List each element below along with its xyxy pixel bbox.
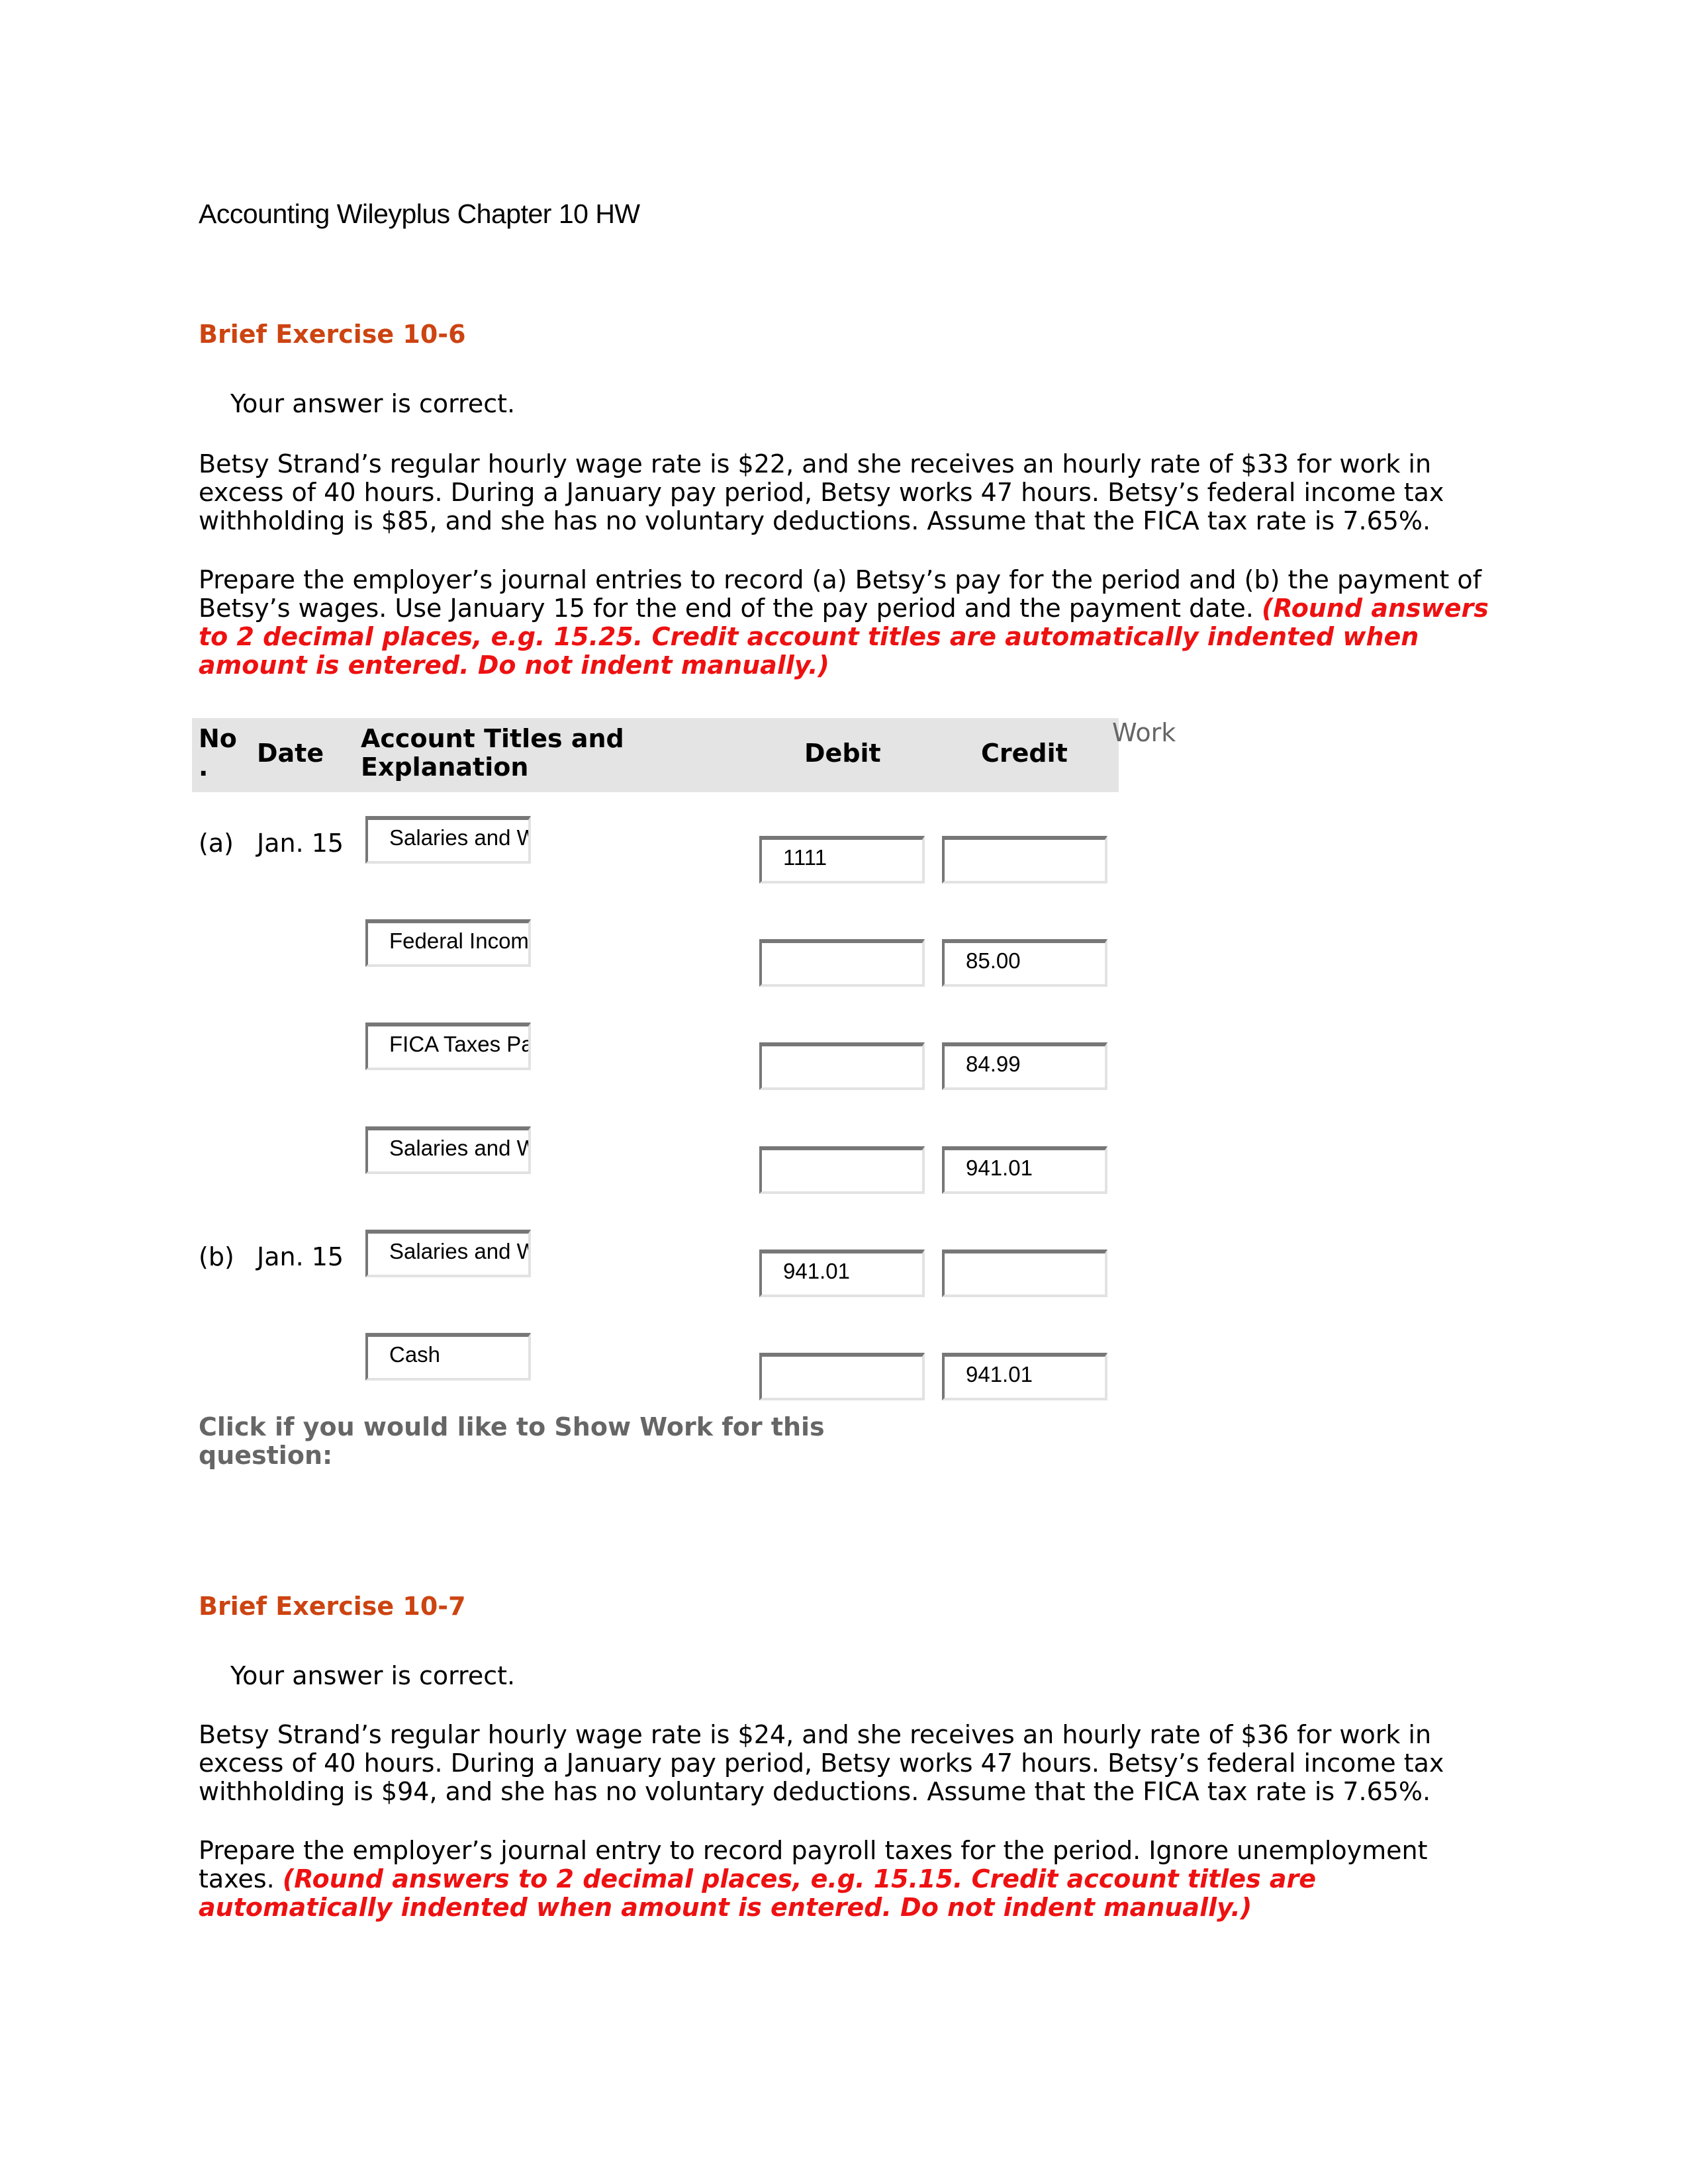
debit-input[interactable]	[759, 1353, 925, 1400]
debit-input[interactable]	[759, 939, 925, 987]
document-title: Accounting Wileyplus Chapter 10 HW	[199, 199, 640, 229]
show-work-link[interactable]: Click if you would like to Show Work for…	[199, 1413, 861, 1470]
instructions-text: Prepare the employer’s journal entries t…	[199, 566, 1496, 680]
debit-input[interactable]	[759, 1042, 925, 1090]
credit-input[interactable]: 941.01	[942, 1353, 1107, 1400]
debit-input[interactable]	[759, 1146, 925, 1194]
instructions-text: Prepare the employer’s journal entry to …	[199, 1837, 1496, 1922]
answer-status: Your answer is correct.	[230, 1661, 516, 1690]
problem-text: Betsy Strand’s regular hourly wage rate …	[199, 1720, 1444, 1806]
account-title-input[interactable]: Salaries and W	[365, 1230, 531, 1277]
account-title-input[interactable]: Federal Incom	[365, 919, 531, 967]
credit-input[interactable]: 85.00	[942, 939, 1107, 987]
credit-input[interactable]	[942, 1250, 1107, 1297]
instructions-note: (Round answers to 2 decimal places, e.g.…	[199, 1864, 1317, 1922]
account-title-input[interactable]: Salaries and W	[365, 1126, 531, 1174]
entry-date: Jan. 15	[257, 829, 344, 858]
account-title-input[interactable]: FICA Taxes Pa	[365, 1023, 531, 1070]
credit-input[interactable]: 84.99	[942, 1042, 1107, 1090]
show-work-fragment: Work	[1112, 718, 1176, 747]
entry-date: Jan. 15	[257, 1242, 344, 1271]
credit-input[interactable]: 941.01	[942, 1146, 1107, 1194]
header-no: No .	[199, 724, 237, 782]
problem-text: Betsy Strand’s regular hourly wage rate …	[199, 449, 1444, 535]
header-debit: Debit	[804, 739, 881, 768]
header-account: Account Titles and Explanation	[361, 724, 624, 782]
account-title-input[interactable]: Salaries and W	[365, 816, 531, 864]
entry-label: (b)	[199, 1242, 234, 1271]
answer-status: Your answer is correct.	[230, 389, 516, 418]
debit-input[interactable]: 941.01	[759, 1250, 925, 1297]
entry-label: (a)	[199, 829, 234, 858]
header-credit: Credit	[981, 739, 1068, 768]
exercise-title: Brief Exercise 10-6	[199, 320, 466, 349]
header-date: Date	[257, 739, 324, 768]
account-title-input[interactable]: Cash	[365, 1333, 531, 1381]
credit-input[interactable]	[942, 836, 1107, 884]
debit-input[interactable]: 1111	[759, 836, 925, 884]
exercise-title: Brief Exercise 10-7	[199, 1592, 466, 1621]
